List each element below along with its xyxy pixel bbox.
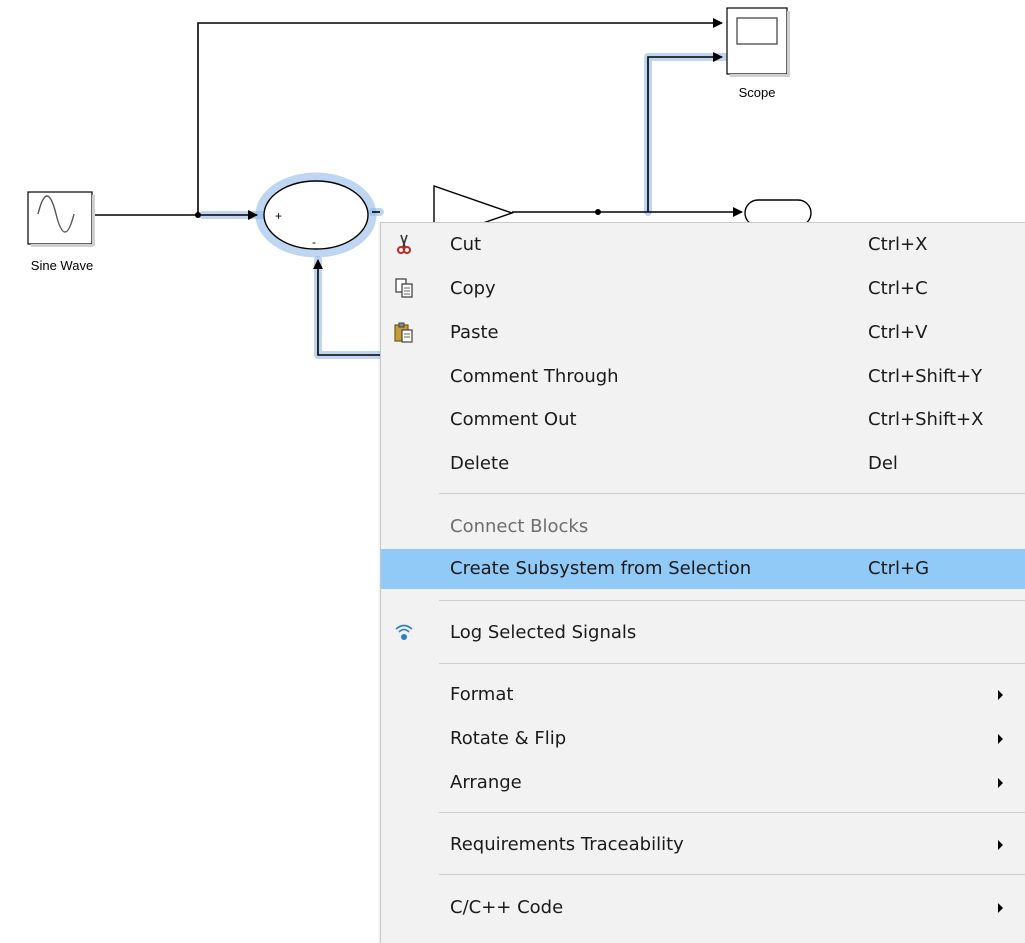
context-menu: Cut Ctrl+X Copy Ctrl+C Paste Ctrl+V Comm… xyxy=(380,222,1025,943)
submenu-arrow-icon xyxy=(998,840,1003,850)
menu-separator xyxy=(439,493,1025,494)
menu-item-shortcut: Ctrl+C xyxy=(868,278,928,299)
menu-item-shortcut: Ctrl+X xyxy=(868,234,928,255)
menu-separator xyxy=(439,663,1025,664)
menu-item-delete[interactable]: Delete Del xyxy=(381,444,1025,484)
menu-item-shortcut: Ctrl+G xyxy=(868,558,930,579)
menu-item-label: Copy xyxy=(450,278,496,299)
menu-item-connect-blocks: Connect Blocks xyxy=(381,507,1025,547)
menu-item-cut[interactable]: Cut Ctrl+X xyxy=(381,225,1025,265)
menu-item-label: C/C++ Code xyxy=(450,897,564,918)
branch-point-output xyxy=(595,209,601,215)
menu-item-rotate-flip[interactable]: Rotate & Flip xyxy=(381,719,1025,759)
menu-item-label: Cut xyxy=(450,234,482,255)
menu-separator xyxy=(439,600,1025,601)
signal-to-scope-input2[interactable] xyxy=(647,52,723,212)
menu-item-label: Create Subsystem from Selection xyxy=(450,558,752,579)
menu-item-label: Connect Blocks xyxy=(450,516,589,537)
menu-item-copy[interactable]: Copy Ctrl+C xyxy=(381,269,1025,309)
menu-item-label: Log Selected Signals xyxy=(450,622,637,643)
paste-icon xyxy=(393,321,415,343)
sum-minus-sign: - xyxy=(312,235,316,249)
menu-item-label: Rotate & Flip xyxy=(450,728,567,749)
sine-wave-label: Sine Wave xyxy=(31,258,93,273)
menu-item-shortcut: Del xyxy=(868,453,898,474)
branch-point xyxy=(195,212,201,218)
signal-logging-icon xyxy=(393,621,415,643)
menu-item-arrange[interactable]: Arrange xyxy=(381,763,1025,803)
menu-item-log-selected-signals[interactable]: Log Selected Signals xyxy=(381,613,1025,653)
menu-item-requirements-traceability[interactable]: Requirements Traceability xyxy=(381,825,1025,865)
submenu-arrow-icon xyxy=(998,778,1003,788)
menu-item-comment-out[interactable]: Comment Out Ctrl+Shift+X xyxy=(381,400,1025,440)
menu-item-label: Comment Out xyxy=(450,409,577,430)
sum-block[interactable]: + - xyxy=(263,180,369,250)
scope-block[interactable]: Scope xyxy=(726,7,790,100)
menu-item-comment-through[interactable]: Comment Through Ctrl+Shift+Y xyxy=(381,357,1025,397)
menu-item-shortcut: Ctrl+Shift+Y xyxy=(868,366,983,387)
menu-item-label: Delete xyxy=(450,453,510,474)
menu-item-paste[interactable]: Paste Ctrl+V xyxy=(381,313,1025,353)
menu-item-label: Arrange xyxy=(450,772,522,793)
scope-icon xyxy=(736,17,778,45)
menu-item-cpp-code[interactable]: C/C++ Code xyxy=(381,888,1025,928)
submenu-arrow-icon xyxy=(998,734,1003,744)
menu-item-shortcut: Ctrl+Shift+X xyxy=(868,409,984,430)
menu-separator xyxy=(439,874,1025,875)
scope-label: Scope xyxy=(739,85,776,100)
copy-icon xyxy=(393,277,415,299)
menu-item-label: Requirements Traceability xyxy=(450,834,684,855)
submenu-arrow-icon xyxy=(998,903,1003,913)
sine-wave-block[interactable]: Sine Wave xyxy=(27,191,95,273)
menu-separator xyxy=(439,812,1025,813)
menu-item-label: Format xyxy=(450,684,514,705)
menu-item-label: Comment Through xyxy=(450,366,619,387)
menu-item-shortcut: Ctrl+V xyxy=(868,322,928,343)
sum-plus-sign: + xyxy=(275,209,282,223)
menu-item-label: Paste xyxy=(450,322,499,343)
menu-item-format[interactable]: Format xyxy=(381,675,1025,715)
menu-item-create-subsystem[interactable]: Create Subsystem from Selection Ctrl+G xyxy=(381,549,1025,589)
signal-feedback[interactable] xyxy=(313,259,380,356)
submenu-arrow-icon xyxy=(998,690,1003,700)
scissors-icon xyxy=(393,233,415,255)
